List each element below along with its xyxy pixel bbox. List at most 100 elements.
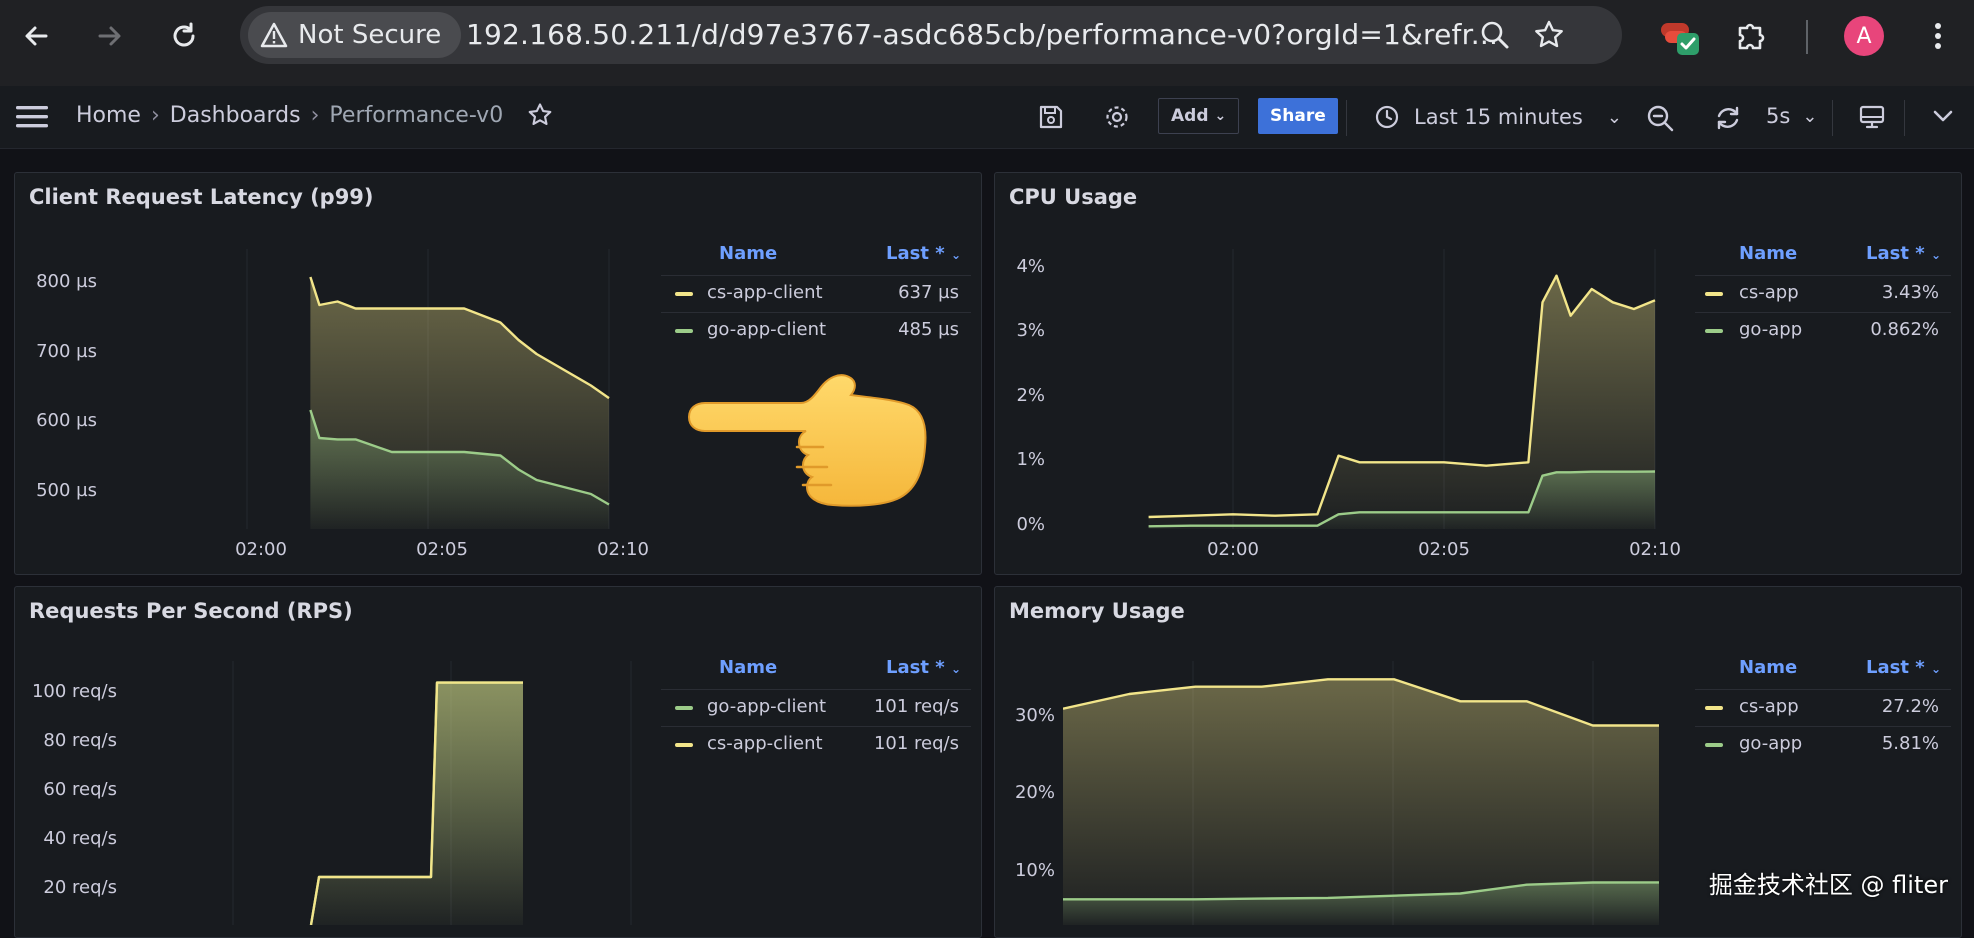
chevron-down-icon: ⌄ <box>1606 106 1622 128</box>
profile-avatar[interactable]: A <box>1840 12 1888 60</box>
breadcrumb: Home › Dashboards › Performance-v0 <box>76 102 553 128</box>
legend-row[interactable]: go-app-client 485 µs <box>661 312 971 349</box>
x-tick-label: 02:10 <box>597 539 649 560</box>
security-chip[interactable]: Not Secure <box>248 12 462 58</box>
legend-series-name: go-app <box>1739 319 1803 340</box>
refresh-interval-picker[interactable]: 5s ⌄ <box>1766 104 1817 128</box>
legend-series-name: go-app <box>1739 733 1803 754</box>
legend-series-value: 101 req/s <box>873 733 959 754</box>
y-tick-label: 30% <box>1014 705 1055 726</box>
legend-series-value: 101 req/s <box>873 696 959 717</box>
memory-plot[interactable] <box>1063 661 1673 925</box>
legend-series-name: cs-app <box>1739 282 1799 303</box>
extensions-puzzle-icon[interactable] <box>1728 12 1776 60</box>
dashboard-settings-gear-icon[interactable] <box>1104 104 1130 130</box>
panel-cpu[interactable]: CPU Usage 4% 3% 2% 1% 0% 02:00 02:05 02:… <box>994 172 1962 575</box>
cpu-plot[interactable] <box>1051 249 1673 529</box>
legend-series-name: cs-app-client <box>707 733 823 754</box>
browser-menu-icon[interactable] <box>1914 12 1962 60</box>
legend-row[interactable]: cs-app 3.43% <box>1695 275 1951 312</box>
legend-name-header[interactable]: Name <box>719 657 777 678</box>
series-swatch <box>1705 706 1723 710</box>
bookmark-star-icon[interactable] <box>1530 16 1568 54</box>
series-swatch <box>1705 329 1723 333</box>
zoom-out-icon[interactable] <box>1646 104 1674 132</box>
legend-row[interactable]: go-app-client 101 req/s <box>661 689 971 726</box>
y-tick-label: 800 µs <box>36 271 97 292</box>
toolbar-divider <box>1806 20 1808 54</box>
toolbar-divider <box>1832 100 1833 136</box>
legend-last-header[interactable]: Last * ⌄ <box>1866 243 1941 264</box>
zoom-icon[interactable] <box>1476 16 1514 54</box>
sort-chevron-icon: ⌄ <box>1930 248 1941 262</box>
series-swatch <box>1705 292 1723 296</box>
sort-chevron-icon: ⌄ <box>1930 662 1941 676</box>
time-range-picker[interactable]: Last 15 minutes ⌄ <box>1374 104 1622 130</box>
legend-series-value: 485 µs <box>898 319 959 340</box>
y-tick-label: 1% <box>1016 449 1045 470</box>
legend-name-header[interactable]: Name <box>1739 243 1797 264</box>
x-tick-label: 02:05 <box>416 539 468 560</box>
save-dashboard-icon[interactable] <box>1038 104 1064 130</box>
legend-row[interactable]: cs-app-client 101 req/s <box>661 726 971 763</box>
toolbar-divider <box>1346 100 1347 136</box>
refresh-dashboard-icon[interactable] <box>1714 104 1742 132</box>
legend-row[interactable]: cs-app 27.2% <box>1695 689 1951 726</box>
add-button[interactable]: Add ⌄ <box>1158 98 1240 134</box>
pointing-hand-icon <box>687 374 927 507</box>
legend-name-header[interactable]: Name <box>719 243 777 264</box>
back-icon[interactable] <box>14 14 58 58</box>
panel-title: CPU Usage <box>1009 185 1138 209</box>
legend-last-header[interactable]: Last * ⌄ <box>886 243 961 264</box>
legend-series-value: 637 µs <box>898 282 959 303</box>
clock-icon <box>1375 105 1399 129</box>
watermark: 掘金技术社区 @ fliter <box>1708 871 1948 899</box>
y-tick-label: 80 req/s <box>43 730 117 751</box>
chevron-down-icon: ⌄ <box>1802 105 1818 127</box>
chevron-right-icon: › <box>310 102 320 128</box>
sort-chevron-icon: ⌄ <box>950 662 961 676</box>
address-bar[interactable]: Not Secure 192.168.50.211/d/d97e3767-asd… <box>240 6 1622 64</box>
panel-title: Client Request Latency (p99) <box>29 185 374 209</box>
y-tick-label: 60 req/s <box>43 779 117 800</box>
legend-last-header[interactable]: Last * ⌄ <box>886 657 961 678</box>
forward-icon[interactable] <box>88 14 132 58</box>
breadcrumb-home[interactable]: Home <box>76 103 141 128</box>
tv-mode-icon[interactable] <box>1858 104 1886 130</box>
y-tick-label: 2% <box>1016 385 1045 406</box>
x-tick-label: 02:00 <box>235 539 287 560</box>
legend-row[interactable]: go-app 0.862% <box>1695 312 1951 349</box>
legend-row[interactable]: go-app 5.81% <box>1695 726 1951 763</box>
panel-latency[interactable]: Client Request Latency (p99) 800 µs 700 … <box>14 172 982 575</box>
breadcrumb-dashboards[interactable]: Dashboards <box>170 103 301 128</box>
legend-row[interactable]: cs-app-client 637 µs <box>661 275 971 312</box>
legend-series-value: 27.2% <box>1881 696 1939 717</box>
breadcrumb-current: Performance-v0 <box>329 102 504 128</box>
favorite-star-icon[interactable] <box>527 102 553 128</box>
add-label: Add <box>1171 106 1209 126</box>
legend-name-header[interactable]: Name <box>1739 657 1797 678</box>
panel-title: Memory Usage <box>1009 599 1185 623</box>
y-tick-label: 40 req/s <box>43 828 117 849</box>
x-tick-label: 02:00 <box>1207 539 1259 560</box>
share-button[interactable]: Share <box>1258 98 1338 134</box>
legend-last-header[interactable]: Last * ⌄ <box>1866 657 1941 678</box>
series-swatch <box>675 292 693 296</box>
extension-check-icon[interactable] <box>1656 12 1704 60</box>
legend-series-value: 5.81% <box>1881 733 1939 754</box>
refresh-interval-label: 5s <box>1766 104 1791 128</box>
rps-plot[interactable] <box>131 661 643 925</box>
toolbar-divider <box>1904 100 1905 136</box>
legend-series-name: go-app-client <box>707 319 827 340</box>
series-swatch <box>675 329 693 333</box>
url-text[interactable]: 192.168.50.211/d/d97e3767-asdc685cb/perf… <box>466 18 1498 51</box>
reload-icon[interactable] <box>162 14 206 58</box>
collapse-chevron-icon[interactable] <box>1932 106 1954 126</box>
hamburger-menu-icon[interactable] <box>16 102 50 132</box>
series-swatch <box>1705 743 1723 747</box>
y-tick-label: 600 µs <box>36 410 97 431</box>
series-swatch <box>675 743 693 747</box>
panel-rps[interactable]: Requests Per Second (RPS) 100 req/s 80 r… <box>14 586 982 938</box>
warning-icon <box>260 22 288 48</box>
latency-plot[interactable] <box>111 249 643 529</box>
